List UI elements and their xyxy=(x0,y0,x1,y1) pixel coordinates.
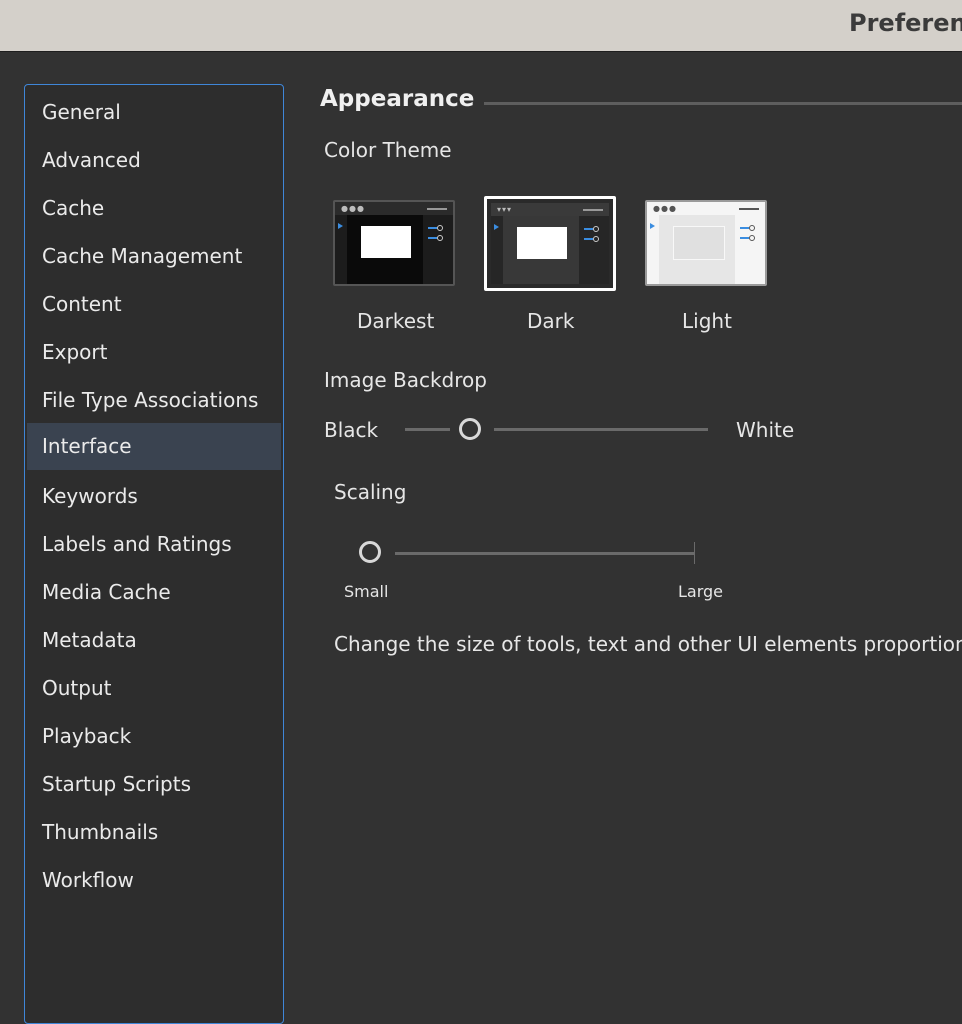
section-divider xyxy=(484,102,962,105)
appearance-heading: Appearance xyxy=(320,86,475,112)
scaling-min-label: Small xyxy=(344,582,389,601)
sidebar-item-labels-and-ratings[interactable]: Labels and Ratings xyxy=(27,521,281,568)
sidebar-item-general[interactable]: General xyxy=(27,89,281,136)
scaling-description: Change the size of tools, text and other… xyxy=(334,632,962,656)
backdrop-slider-knob[interactable] xyxy=(459,418,481,440)
theme-dark-thumbnail[interactable]: ▾▾▾ xyxy=(484,196,616,291)
backdrop-min-label: Black xyxy=(324,418,379,442)
scaling-slider-knob[interactable] xyxy=(359,541,381,563)
thumbnail-titlebar: ●●● xyxy=(335,202,453,215)
scaling-max-label: Large xyxy=(678,582,724,601)
window-title: Preferences xyxy=(849,9,962,37)
color-theme-label: Color Theme xyxy=(324,138,452,162)
sidebar-item-output[interactable]: Output xyxy=(27,665,281,712)
sidebar-item-advanced[interactable]: Advanced xyxy=(27,137,281,184)
scaling-slider-track[interactable] xyxy=(395,552,695,555)
sidebar-item-cache-management[interactable]: Cache Management xyxy=(27,233,281,280)
title-bar: Preferences xyxy=(0,0,962,52)
scaling-slider-end-tick xyxy=(694,542,695,564)
sidebar-item-content[interactable]: Content xyxy=(27,281,281,328)
image-backdrop-label: Image Backdrop xyxy=(324,368,487,392)
theme-dark-label[interactable]: Dark xyxy=(527,309,574,333)
sidebar-item-interface[interactable]: Interface xyxy=(27,423,281,470)
backdrop-max-label: White xyxy=(736,418,795,442)
sidebar-item-media-cache[interactable]: Media Cache xyxy=(27,569,281,616)
theme-light-thumbnail[interactable]: ●●● xyxy=(645,200,767,286)
sidebar-item-workflow[interactable]: Workflow xyxy=(27,857,281,904)
theme-light-label[interactable]: Light xyxy=(682,309,732,333)
backdrop-slider-track-left[interactable] xyxy=(405,428,450,431)
sidebar-item-startup-scripts[interactable]: Startup Scripts xyxy=(27,761,281,808)
preferences-sidebar: General Advanced Cache Cache Management … xyxy=(24,84,284,1024)
sidebar-item-cache[interactable]: Cache xyxy=(27,185,281,232)
sidebar-item-export[interactable]: Export xyxy=(27,329,281,376)
sidebar-item-thumbnails[interactable]: Thumbnails xyxy=(27,809,281,856)
sidebar-item-metadata[interactable]: Metadata xyxy=(27,617,281,664)
sidebar-item-file-type-associations[interactable]: File Type Associations xyxy=(27,377,281,424)
sidebar-item-keywords[interactable]: Keywords xyxy=(27,473,281,520)
sidebar-item-playback[interactable]: Playback xyxy=(27,713,281,760)
theme-darkest-label[interactable]: Darkest xyxy=(357,309,434,333)
backdrop-slider-track-right[interactable] xyxy=(494,428,708,431)
theme-darkest-thumbnail[interactable]: ●●● xyxy=(333,200,455,286)
scaling-label: Scaling xyxy=(334,480,407,504)
